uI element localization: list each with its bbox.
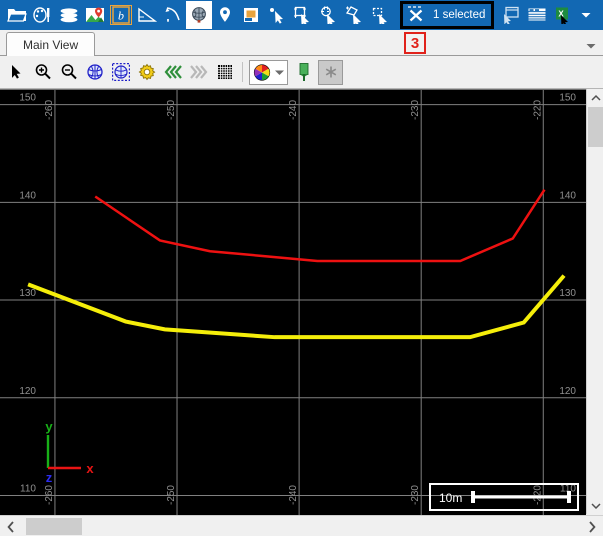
view-toolbar: [0, 56, 603, 89]
layers-icon[interactable]: [56, 1, 82, 29]
svg-text:120: 120: [19, 386, 36, 397]
svg-text:150: 150: [19, 93, 36, 104]
svg-text:-260: -260: [44, 100, 55, 120]
table-report-icon[interactable]: [524, 1, 550, 29]
vertical-scrollbar[interactable]: [586, 89, 603, 514]
select-fence-icon[interactable]: [368, 1, 394, 29]
chevron-down-icon[interactable]: [585, 38, 597, 56]
svg-text:130: 130: [19, 288, 36, 299]
gizmo-y-label: y: [45, 419, 53, 434]
selection-count-label: 1 selected: [433, 9, 486, 21]
location-pin-icon[interactable]: [212, 1, 238, 29]
open-folder-icon[interactable]: [4, 1, 30, 29]
vertical-scrollbar-thumb[interactable]: [588, 107, 603, 147]
svg-text:b: b: [118, 9, 124, 23]
svg-text:-240: -240: [288, 485, 299, 505]
color-palette-combo[interactable]: [249, 59, 288, 85]
view-tab-bar: Main View: [0, 30, 603, 57]
bing-maps-icon[interactable]: b: [108, 1, 134, 29]
plot-viewport[interactable]: 150 150 140 140 130 130 120 120 110 110 -260 -260 -2…: [0, 89, 603, 515]
toolbar-divider: [242, 62, 243, 82]
globe-zoom-extents-icon[interactable]: [82, 60, 107, 85]
horizontal-scrollbar[interactable]: [0, 515, 603, 536]
settings-gear-icon[interactable]: [134, 60, 159, 85]
tab-main-view[interactable]: Main View: [6, 32, 96, 57]
select-point-icon[interactable]: [264, 1, 290, 29]
svg-text:-220: -220: [532, 485, 543, 505]
export-excel-icon[interactable]: X: [550, 1, 576, 29]
globe-zoom-selection-icon[interactable]: [108, 60, 133, 85]
svg-text:-230: -230: [410, 100, 421, 120]
flag-marker-icon[interactable]: [292, 60, 317, 85]
map-pin-image-icon[interactable]: [82, 1, 108, 29]
profile-chart[interactable]: 150 150 140 140 130 130 120 120 110 110 -260 -260 -2…: [0, 90, 586, 515]
select-polygon-icon[interactable]: [342, 1, 368, 29]
gizmo-x-label: x: [86, 461, 94, 476]
chevron-down-icon[interactable]: [576, 1, 596, 29]
svg-text:-260: -260: [44, 485, 55, 505]
select-circle-icon[interactable]: [316, 1, 342, 29]
main-ribbon-toolbar: b 1 selected X: [0, 0, 603, 30]
zoom-in-icon[interactable]: [30, 60, 55, 85]
copy-to-view-icon[interactable]: [498, 1, 524, 29]
svg-text:120: 120: [559, 386, 576, 397]
chevron-down-icon[interactable]: [274, 68, 285, 77]
note-page-icon[interactable]: [238, 1, 264, 29]
deselect-x-icon[interactable]: [407, 6, 425, 24]
svg-text:-250: -250: [166, 100, 177, 120]
svg-text:130: 130: [559, 288, 576, 299]
chevron-right-icon[interactable]: [581, 516, 603, 536]
chevron-up-icon[interactable]: [587, 89, 603, 106]
grid-icon[interactable]: [212, 60, 237, 85]
triangle-measure-icon[interactable]: [134, 1, 160, 29]
scalebar-label: 10m: [439, 491, 462, 505]
svg-text:-240: -240: [288, 100, 299, 120]
chart-canvas: 150 150140 140130 130120 120110 110-260-260-2…: [0, 90, 586, 515]
svg-text:-220: -220: [532, 100, 543, 120]
globe-icon[interactable]: [186, 1, 212, 29]
curve-tool-icon[interactable]: [160, 1, 186, 29]
step-badge-3: 3: [404, 32, 426, 54]
select-rectangle-icon[interactable]: [290, 1, 316, 29]
color-palette-icon: [252, 63, 272, 82]
svg-text:140: 140: [19, 190, 36, 201]
palette-tools-icon[interactable]: [30, 1, 56, 29]
selection-status-button[interactable]: 1 selected: [400, 1, 495, 29]
svg-text:-250: -250: [166, 485, 177, 505]
previous-view-icon[interactable]: [160, 60, 185, 85]
horizontal-scrollbar-thumb[interactable]: [26, 518, 82, 535]
svg-text:150: 150: [559, 93, 576, 104]
arrow-select-icon[interactable]: [4, 60, 29, 85]
chevron-down-icon[interactable]: [587, 497, 603, 514]
svg-text:110: 110: [20, 483, 36, 494]
svg-text:140: 140: [559, 190, 576, 201]
chevron-left-icon[interactable]: [0, 516, 22, 536]
gizmo-z-label: z: [46, 470, 53, 485]
svg-text:-230: -230: [410, 485, 421, 505]
asterisk-icon[interactable]: [318, 59, 343, 85]
next-view-icon[interactable]: [186, 60, 211, 85]
application-window: b 1 selected X Main View 3 150 150 140 1…: [0, 0, 603, 536]
zoom-out-icon[interactable]: [56, 60, 81, 85]
